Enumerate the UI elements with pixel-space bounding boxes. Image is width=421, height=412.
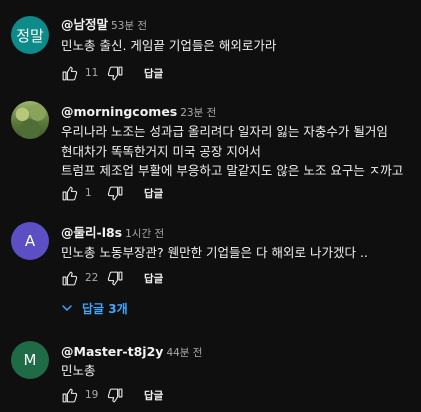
comment-author[interactable]: @둘리-l8s [61, 225, 122, 240]
view-replies-label: 답글 3개 [82, 301, 128, 316]
view-replies-button[interactable]: 답글 3개 [61, 299, 128, 317]
comment-text-line: 민노총 [61, 363, 96, 378]
thumbs-down-icon[interactable] [107, 270, 124, 287]
chevron-down-icon [61, 302, 73, 314]
avatar[interactable]: A [11, 222, 49, 260]
comment-text-line: 민노총 출신. 게임끝 기업들은 해외로가라 [61, 38, 277, 53]
thumbs-up-icon[interactable] [61, 270, 78, 287]
comment-text: 민노총 출신. 게임끝 기업들은 해외로가라 [61, 36, 276, 56]
avatar[interactable] [11, 101, 49, 139]
reply-button[interactable]: 답글 [144, 186, 163, 201]
comment-actions: 22 답글 [61, 269, 163, 287]
comment-text: 우리나라 노조는 성과급 올리려다 일자리 잃는 자충수가 될거임 현대차가 똑… [61, 122, 403, 181]
comment-header: @남정말 53분 전 [61, 14, 147, 33]
comment-time[interactable]: 1시간 전 [125, 228, 164, 240]
reply-button[interactable]: 답글 [144, 271, 163, 286]
comment-time[interactable]: 53분 전 [111, 20, 147, 32]
avatar[interactable]: M [11, 341, 49, 379]
comment-header: @morningcomes 23분 전 [61, 101, 216, 120]
comment-actions: 19 답글 [61, 386, 163, 404]
thumbs-up-icon[interactable] [61, 65, 78, 82]
comment-header: @Master-t8j2y 44분 전 [61, 341, 202, 360]
comment-text-line: 현대차가 똑똑한거지 미국 공장 지어서 [61, 143, 261, 159]
like-count: 1 [85, 187, 92, 199]
thumbs-down-icon[interactable] [107, 185, 124, 202]
reply-button[interactable]: 답글 [144, 388, 163, 403]
thumbs-up-icon[interactable] [61, 185, 78, 202]
like-count: 11 [85, 67, 99, 79]
comment-text-line: 트럼프 제조업 부활에 부응하고 말같지도 않은 노조 요구는 ㅈ까고 [61, 163, 404, 178]
comment-actions: 1 답글 [61, 184, 163, 202]
comment-text-line: 민노총 노동부장관? 웬만한 기업들은 다 해외로 나가겠다 .. [61, 245, 368, 260]
avatar[interactable]: 정말 [11, 16, 49, 54]
thumbs-down-icon[interactable] [107, 387, 124, 404]
reply-button[interactable]: 답글 [144, 66, 163, 81]
like-count: 22 [85, 272, 99, 284]
comment-header: @둘리-l8s 1시간 전 [61, 222, 164, 241]
comment-text-line: 우리나라 노조는 성과급 올리려다 일자리 잃는 자충수가 될거임 [61, 124, 388, 139]
thumbs-up-icon[interactable] [61, 387, 78, 404]
comment-author[interactable]: @Master-t8j2y [61, 344, 163, 359]
comment-author[interactable]: @남정말 [61, 17, 108, 32]
comment-time[interactable]: 44분 전 [166, 347, 202, 359]
comment-text: 민노총 [61, 361, 96, 381]
comment-time[interactable]: 23분 전 [180, 107, 216, 119]
comment-actions: 11 답글 [61, 64, 163, 82]
comment-author[interactable]: @morningcomes [61, 104, 177, 119]
thumbs-down-icon[interactable] [107, 65, 124, 82]
comment-text: 민노총 노동부장관? 웬만한 기업들은 다 해외로 나가겠다 .. [61, 243, 368, 263]
like-count: 19 [85, 389, 99, 401]
